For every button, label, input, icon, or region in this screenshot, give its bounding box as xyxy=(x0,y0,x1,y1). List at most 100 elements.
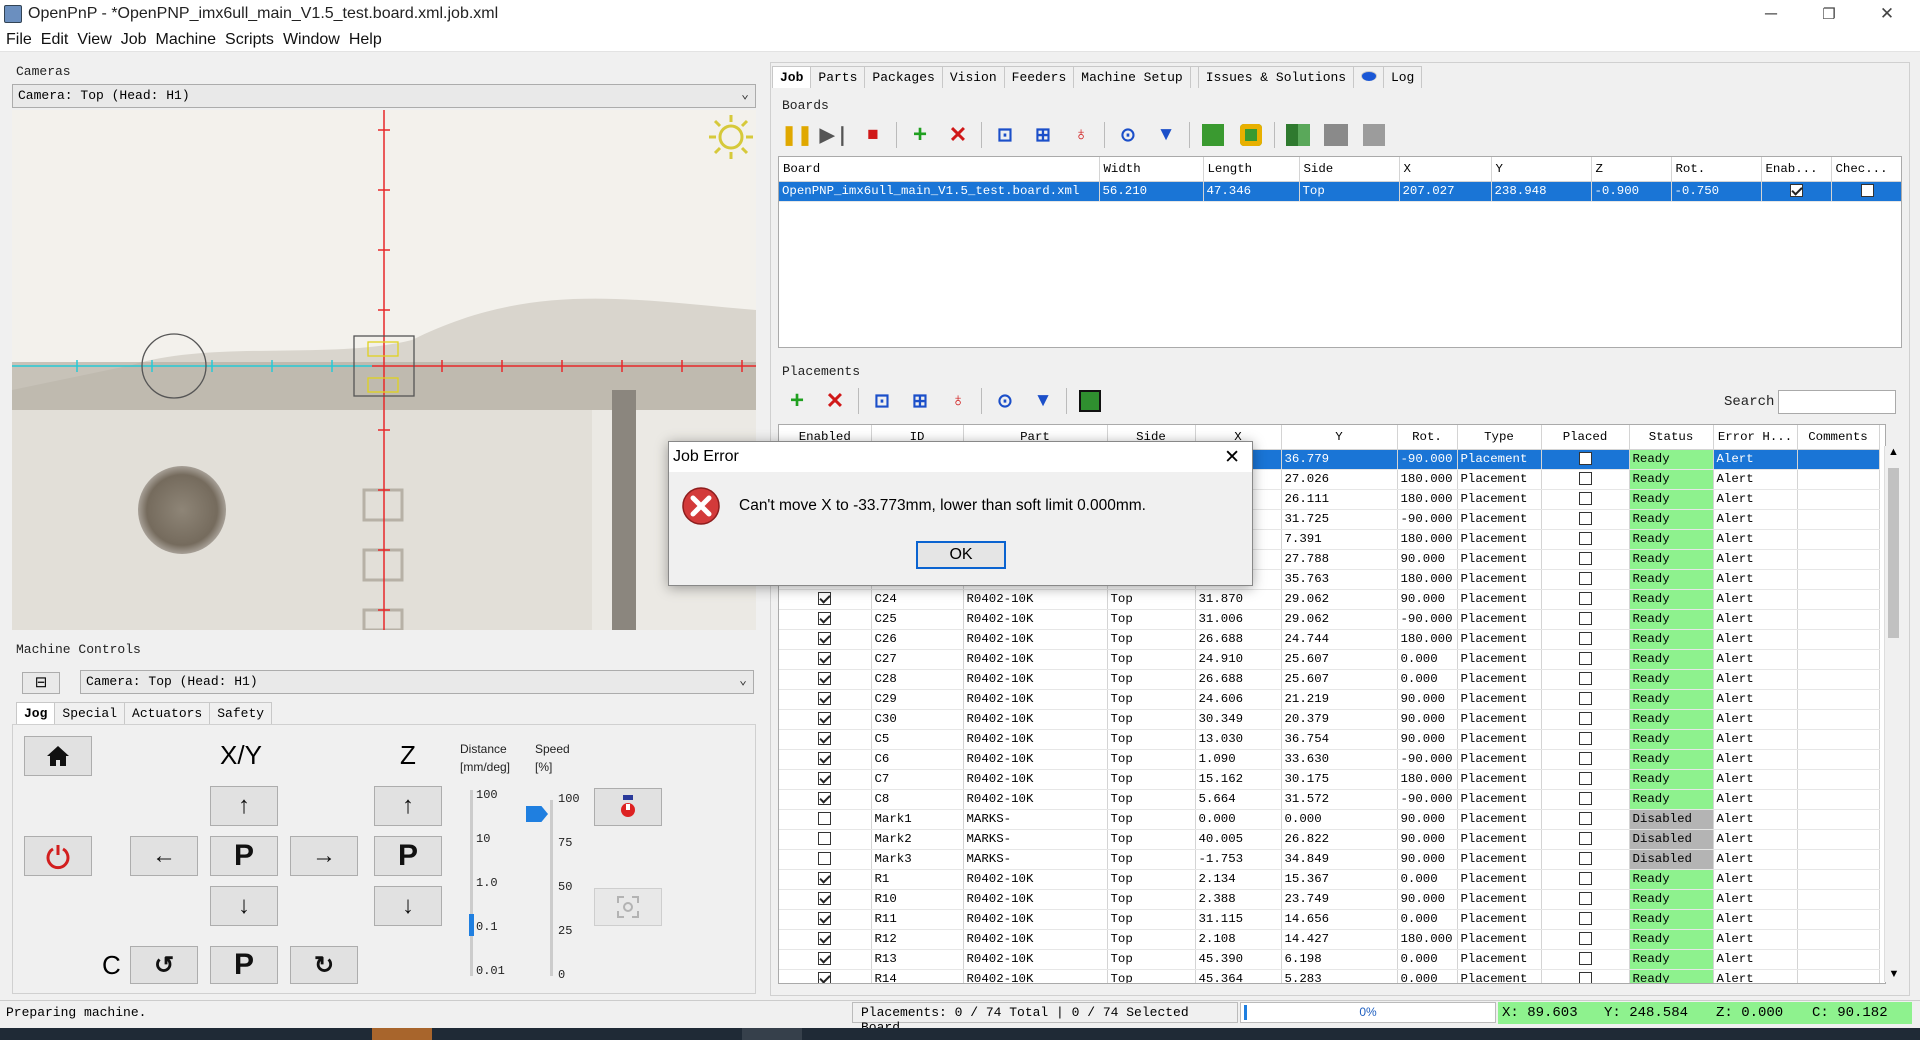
enabled-checkbox[interactable] xyxy=(818,812,832,826)
position-nozzle-button[interactable]: ♁ xyxy=(1066,120,1096,150)
scroll-up-icon[interactable]: ▲ xyxy=(1885,446,1902,458)
placement-row[interactable]: C26 R0402-10K Top 26.688 24.744 180.000 Placem… xyxy=(779,629,1880,650)
add-placement-button[interactable]: + xyxy=(782,386,812,416)
distance-slider-thumb[interactable] xyxy=(469,914,474,936)
tab-parts[interactable]: Parts xyxy=(810,66,866,88)
enabled-checkbox[interactable] xyxy=(1789,184,1803,198)
collapse-head-button[interactable]: ⊟ xyxy=(22,672,60,694)
brightness-icon[interactable] xyxy=(706,112,756,162)
boards-column-header[interactable]: Enab... xyxy=(1761,157,1832,182)
boards-column-header[interactable]: Rot. xyxy=(1671,157,1762,182)
placements-column-header[interactable]: Y xyxy=(1281,425,1398,450)
placement-row[interactable]: C5 R0402-10K Top 13.030 36.754 90.000 Placemen… xyxy=(779,729,1880,750)
tab-machine-setup[interactable]: Machine Setup xyxy=(1073,66,1191,88)
placement-camera-button[interactable]: ⊡ xyxy=(867,386,897,416)
enabled-checkbox[interactable] xyxy=(818,952,832,966)
menu-machine[interactable]: Machine xyxy=(156,31,216,49)
enabled-checkbox[interactable] xyxy=(818,872,832,886)
stop-button[interactable]: ■ xyxy=(858,120,888,150)
panel-remove-button[interactable] xyxy=(1359,120,1389,150)
placed-checkbox[interactable] xyxy=(1578,832,1592,846)
boards-column-header[interactable]: Board xyxy=(779,157,1100,182)
placed-checkbox[interactable] xyxy=(1578,772,1592,786)
placements-column-header[interactable]: Type xyxy=(1457,425,1542,450)
step-button[interactable]: ▶❘ xyxy=(820,120,851,150)
placement-row[interactable]: R1 R0402-10K Top 2.134 15.367 0.000 Placement R… xyxy=(779,869,1880,890)
rotate-ccw-button[interactable]: ↺ xyxy=(130,946,198,984)
nozzle-actuate-button[interactable] xyxy=(594,788,662,826)
enabled-checkbox[interactable] xyxy=(818,832,832,846)
boards-column-header[interactable]: Side xyxy=(1299,157,1400,182)
menu-scripts[interactable]: Scripts xyxy=(225,31,274,49)
menu-edit[interactable]: Edit xyxy=(41,31,69,49)
enabled-checkbox[interactable] xyxy=(818,712,832,726)
menu-view[interactable]: View xyxy=(77,31,111,49)
placements-column-header[interactable]: Rot. xyxy=(1397,425,1458,450)
placed-checkbox[interactable] xyxy=(1578,652,1592,666)
boards-column-header[interactable]: Y xyxy=(1491,157,1592,182)
placement-row[interactable]: Mark2 MARKS- Top 40.005 26.822 90.000 Placemen… xyxy=(779,829,1880,850)
enabled-checkbox[interactable] xyxy=(818,932,832,946)
tab-feeders[interactable]: Feeders xyxy=(1003,66,1075,88)
enabled-checkbox[interactable] xyxy=(818,852,832,866)
tab-safety[interactable]: Safety xyxy=(209,702,273,724)
enabled-checkbox[interactable] xyxy=(818,892,832,906)
placed-checkbox[interactable] xyxy=(1578,452,1592,466)
placed-checkbox[interactable] xyxy=(1578,592,1592,606)
restore-button[interactable]: ❐ xyxy=(1806,0,1852,28)
placed-checkbox[interactable] xyxy=(1578,692,1592,706)
menu-job[interactable]: Job xyxy=(121,31,147,49)
dialog-close-button[interactable]: ✕ xyxy=(1224,446,1240,469)
placement-row[interactable]: R13 R0402-10K Top 45.390 6.198 0.000 Placement… xyxy=(779,949,1880,970)
boards-column-header[interactable]: Length xyxy=(1203,157,1300,182)
jog-x-minus-button[interactable]: ← xyxy=(130,836,198,876)
jog-z-down-button[interactable]: ↓ xyxy=(374,886,442,926)
placed-checkbox[interactable] xyxy=(1578,492,1592,506)
enabled-checkbox[interactable] xyxy=(818,912,832,926)
placed-checkbox[interactable] xyxy=(1578,672,1592,686)
placement-move-camera-button[interactable]: ⊞ xyxy=(905,386,935,416)
close-button[interactable]: ✕ xyxy=(1864,0,1910,28)
boards-column-header[interactable]: Chec... xyxy=(1831,157,1901,182)
ok-button[interactable]: OK xyxy=(916,541,1006,569)
enabled-checkbox[interactable] xyxy=(818,732,832,746)
tab-jog[interactable]: Jog xyxy=(16,702,56,724)
boards-column-header[interactable]: Z xyxy=(1591,157,1672,182)
placement-row[interactable]: Mark3 MARKS- Top -1.753 34.849 90.000 Placemen… xyxy=(779,849,1880,870)
placement-row[interactable]: C28 R0402-10K Top 26.688 25.607 0.000 Placemen… xyxy=(779,669,1880,690)
board-row[interactable]: OpenPNP_imx6ull_main_V1.5_test.board.xml… xyxy=(779,181,1901,202)
tab-log[interactable]: Log xyxy=(1382,66,1423,88)
placement-row[interactable]: Mark1 MARKS- Top 0.000 0.000 90.000 Placement D… xyxy=(779,809,1880,830)
enabled-checkbox[interactable] xyxy=(818,672,832,686)
move-camera-button[interactable]: ⊞ xyxy=(1028,120,1058,150)
placements-column-header[interactable]: Placed xyxy=(1541,425,1630,450)
tab-special[interactable]: Special xyxy=(54,702,126,724)
board-location-button[interactable] xyxy=(1198,120,1228,150)
placed-checkbox[interactable] xyxy=(1578,792,1592,806)
placed-checkbox[interactable] xyxy=(1578,712,1592,726)
placed-checkbox[interactable] xyxy=(1578,932,1592,946)
placement-row[interactable]: C30 R0402-10K Top 30.349 20.379 90.000 Placeme… xyxy=(779,709,1880,730)
placement-row[interactable]: C8 R0402-10K Top 5.664 31.572 -90.000 Placemen… xyxy=(779,789,1880,810)
park-c-button[interactable]: P xyxy=(210,946,278,984)
park-xy-button[interactable]: P xyxy=(210,836,278,876)
enabled-checkbox[interactable] xyxy=(818,632,832,646)
camera-capture-button[interactable] xyxy=(594,888,662,926)
placement-row[interactable]: C24 R0402-10K Top 31.870 29.062 90.000 Placeme… xyxy=(779,589,1880,610)
enabled-checkbox[interactable] xyxy=(818,692,832,706)
scroll-down-icon[interactable]: ▼ xyxy=(1885,968,1903,980)
enabled-checkbox[interactable] xyxy=(818,752,832,766)
placements-column-header[interactable]: Error H... xyxy=(1713,425,1798,450)
placement-row[interactable]: C6 R0402-10K Top 1.090 33.630 -90.000 Placemen… xyxy=(779,749,1880,770)
placed-checkbox[interactable] xyxy=(1578,512,1592,526)
menu-help[interactable]: Help xyxy=(349,31,382,49)
placement-nozzle-button[interactable]: ♁ xyxy=(943,386,973,416)
taskbar-app-icon[interactable] xyxy=(742,1028,802,1040)
camera-select[interactable]: Camera: Top (Head: H1) ⌄ xyxy=(12,84,756,108)
tab-actuators[interactable]: Actuators xyxy=(124,702,211,724)
boards-column-header[interactable]: Width xyxy=(1099,157,1204,182)
remove-placement-button[interactable]: ✕ xyxy=(820,386,850,416)
menu-file[interactable]: File xyxy=(6,31,32,49)
tab-packages[interactable]: Packages xyxy=(864,66,943,88)
edit-placement-button[interactable] xyxy=(1075,386,1105,416)
